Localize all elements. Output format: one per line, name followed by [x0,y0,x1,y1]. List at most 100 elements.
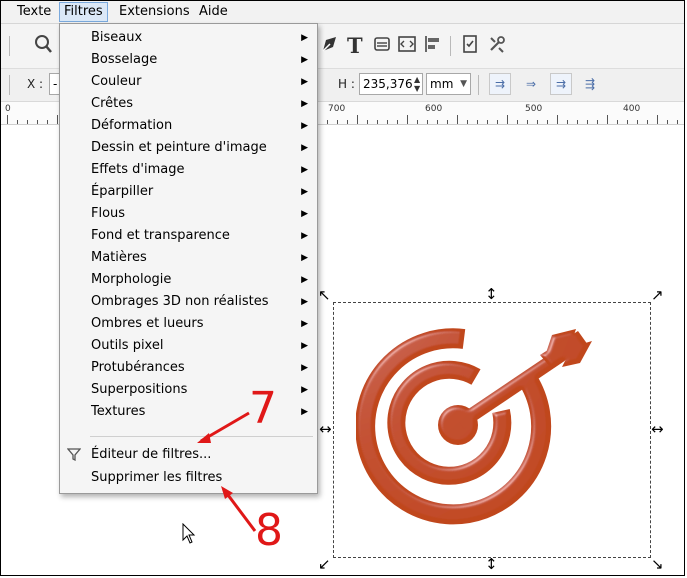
filters-submenu-item[interactable]: Dessin et peinture d'image ▶ [60,137,317,159]
submenu-arrow-icon: ▶ [301,341,308,351]
resize-handle-ne[interactable]: ↗ [651,288,664,303]
filters-submenu-item[interactable]: Couleur ▶ [60,71,317,93]
filters-submenu-item[interactable]: Ombrages 3D non réalistes ▶ [60,291,317,313]
ruler-tick [577,120,578,124]
chevron-down-icon: ▼ [460,79,467,89]
filters-submenu-item[interactable]: Flous ▶ [60,203,317,225]
ruler-tick [557,115,558,124]
submenu-label: Superpositions [91,382,188,397]
filters-submenu-item[interactable]: Outils pixel ▶ [60,335,317,357]
submenu-arrow-icon: ▶ [301,99,308,109]
annotation-step-7: 7 [249,383,277,434]
submenu-arrow-icon: ▶ [301,319,308,329]
target-arrow-graphic[interactable] [356,325,616,525]
filters-submenu-item[interactable]: Déformation ▶ [60,115,317,137]
filters-submenu-item[interactable]: Textures ▶ [60,401,317,423]
filters-submenu-item[interactable]: Éparpiller ▶ [60,181,317,203]
resize-handle-e[interactable]: ↔ [651,422,664,437]
menu-filtres[interactable]: Filtres [59,2,108,22]
submenu-arrow-icon: ▶ [301,253,308,263]
resize-handle-se[interactable]: ↘ [651,557,664,572]
xml-editor-icon[interactable] [397,34,417,60]
filters-submenu-item[interactable]: Biseaux ▶ [60,27,317,49]
ruler-tick [437,120,438,124]
toolbar-separator [9,75,10,95]
ruler-tick [417,120,418,124]
filters-submenu-item[interactable]: Bosselage ▶ [60,49,317,71]
submenu-label: Outils pixel [91,338,164,353]
unit-select[interactable]: mm ▼ [426,73,471,95]
filters-submenu-item[interactable]: Superpositions ▶ [60,379,317,401]
move-gradients-toggle[interactable]: ⇉ [550,73,572,95]
submenu-label: Dessin et peinture d'image [91,140,267,155]
move-patterns-toggle[interactable]: ⇶ [579,73,601,95]
annotation-step-8: 8 [255,505,283,556]
filter-editor-label: Éditeur de filtres... [91,447,212,462]
ruler-label: 500 [525,104,543,114]
ruler-label: 600 [425,104,443,114]
document-properties-icon[interactable] [460,34,480,60]
ruler-label: 400 [623,104,641,114]
scale-radii-toggle[interactable]: ⇒ [520,73,542,95]
ruler-tick [587,120,588,124]
ruler-tick [47,120,48,124]
ruler-tick [467,120,468,124]
ruler-tick [527,120,528,124]
submenu-label: Bosselage [91,52,158,67]
submenu-label: Biseaux [91,30,143,45]
menu-aide[interactable]: Aide [195,4,232,20]
submenu-arrow-icon: ▶ [301,33,308,43]
filter-editor-menu-item[interactable]: Éditeur de filtres... [60,444,317,466]
height-stepper[interactable]: ▲ ▼ [414,75,420,93]
pen-tool-icon[interactable] [320,34,340,60]
submenu-arrow-icon: ▶ [301,209,308,219]
ruler-tick [357,115,358,124]
ruler-tick [607,115,608,124]
h-label: H : [338,77,355,91]
ruler-tick [367,120,368,124]
submenu-label: Ombres et lueurs [91,316,204,331]
submenu-arrow-icon: ▶ [301,187,308,197]
ruler-tick [667,120,668,124]
filters-submenu-item[interactable]: Crêtes ▶ [60,93,317,115]
menu-texte[interactable]: Texte [13,4,55,20]
remove-filters-menu-item[interactable]: Supprimer les filtres [60,467,317,489]
zoom-icon[interactable] [35,34,53,60]
x-label: X : [27,77,44,91]
ruler-tick [377,120,378,124]
filters-submenu-item[interactable]: Fond et transparence ▶ [60,225,317,247]
submenu-label: Crêtes [91,96,134,111]
menu-extensions[interactable]: Extensions [115,4,194,20]
text-tool-icon[interactable]: T [347,34,363,58]
filters-submenu-item[interactable]: Matières ▶ [60,247,317,269]
submenu-label: Morphologie [91,272,172,287]
resize-handle-s[interactable]: ↕ [485,557,498,572]
submenu-label: Ombrages 3D non réalistes [91,294,269,309]
unit-value: mm [430,77,454,91]
resize-handle-n[interactable]: ↕ [485,287,498,302]
submenu-arrow-icon: ▶ [301,77,308,87]
submenu-label: Fond et transparence [91,228,230,243]
ruler-tick [637,120,638,124]
ruler-tick [337,120,338,124]
ruler-tick [447,120,448,124]
resize-handle-nw[interactable]: ↖ [318,288,331,303]
filters-submenu-item[interactable]: Morphologie ▶ [60,269,317,291]
align-icon[interactable] [372,34,392,60]
ruler-tick [677,120,678,124]
scale-stroke-toggle[interactable]: ⇉ [489,73,511,95]
submenu-label: Couleur [91,74,142,89]
app-window: Texte Filtres Extensions Aide T X: - H … [0,0,685,576]
ruler-tick [597,120,598,124]
menu-bar: Texte Filtres Extensions Aide [1,1,684,24]
filters-submenu-item[interactable]: Protubérances ▶ [60,357,317,379]
filters-submenu-item[interactable]: Effets d'image ▶ [60,159,317,181]
resize-handle-w[interactable]: ↔ [319,422,332,437]
filters-submenu-item[interactable]: Ombres et lueurs ▶ [60,313,317,335]
distribute-icon[interactable] [422,34,442,60]
resize-handle-sw[interactable]: ↙ [318,557,331,572]
submenu-arrow-icon: ▶ [301,385,308,395]
ruler-tick [57,115,58,124]
preferences-icon[interactable] [487,34,507,60]
ruler-tick [457,115,458,124]
